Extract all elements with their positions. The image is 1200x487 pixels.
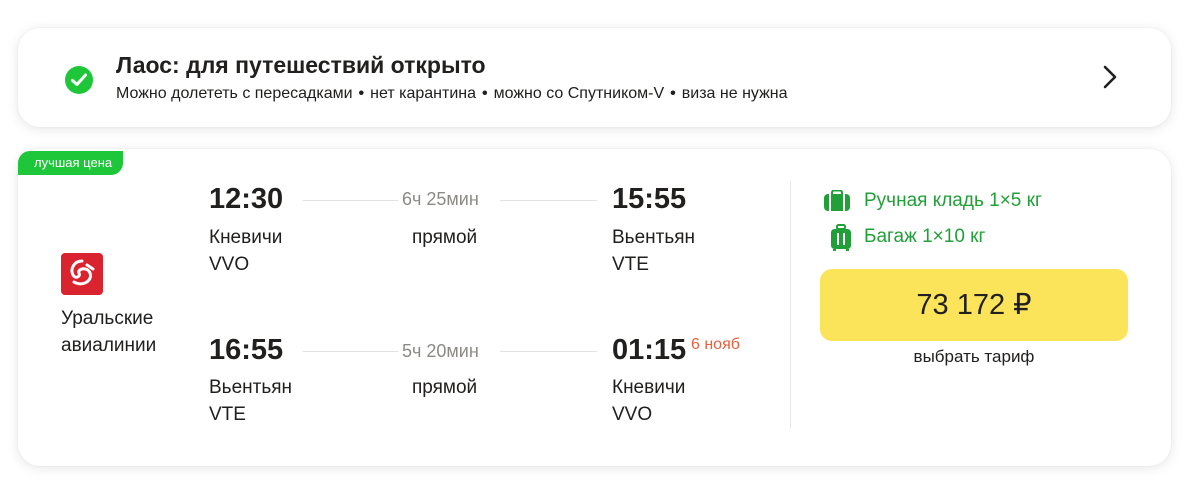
route-line [303,200,398,201]
airline-name: Уральские авиалинии [61,305,181,359]
outbound-arrival-time: 15:55 [612,183,687,215]
suitcase-icon [831,224,851,251]
return-departure-code: VTE [209,404,246,425]
chevron-right-icon[interactable] [1101,64,1119,95]
vertical-divider [790,182,791,428]
outbound-duration: 6ч 25мин [402,189,479,209]
tag-separator: • [358,85,365,102]
tag-separator: • [482,85,488,102]
return-departure-time: 16:55 [209,334,284,366]
airline-logo-icon [61,253,103,295]
country-info-card[interactable]: Лаос: для путешествий открыто Можно доле… [18,28,1171,127]
route-line [303,351,398,352]
best-price-badge: лучшая цена [18,151,124,175]
outbound-departure-time: 12:30 [209,183,284,215]
check-icon [65,66,93,94]
outbound-departure-city: Кневичи [209,227,283,248]
return-departure-city: Вьентьян [209,377,293,398]
return-flight-type: прямой [412,377,478,398]
outbound-departure-code: VVO [209,254,250,275]
country-info-tags: Можно долететь с пересадками • нет каранти… [116,85,788,103]
flight-offer-card[interactable]: лучшая цена Уральские авиалинии 12:30 Кн… [18,149,1171,466]
route-line [500,200,597,201]
tag-separator: • [670,85,676,102]
info-tag: Можно долететь с пересадками [116,85,353,102]
carry-on-label: Ручная кладь 1×5 кг [864,190,1042,211]
return-arrival-time: 01:15 [612,334,687,366]
price-button[interactable]: 73 172 ₽ [820,269,1128,341]
info-tag: нет карантина [370,85,477,102]
return-arrival-city: Кневичи [612,377,686,398]
outbound-flight-type: прямой [412,227,478,248]
route-line [500,351,597,352]
return-arrival-code: VVO [612,404,653,425]
country-info-title: Лаос: для путешествий открыто [116,52,486,78]
info-tag: виза не нужна [681,85,788,102]
return-duration: 5ч 20мин [402,341,479,361]
outbound-arrival-code: VTE [612,254,649,275]
carry-on-icon [824,190,850,211]
airline-name-text: Уральские авиалинии [61,308,157,356]
outbound-arrival-city: Вьентьян [612,227,696,248]
info-tag: можно со Спутником-V [493,85,665,102]
checked-baggage-label: Багаж 1×10 кг [864,226,986,247]
select-tariff-link[interactable]: выбрать тариф [820,347,1128,367]
return-arrival-date-note: 6 нояб [691,336,740,353]
